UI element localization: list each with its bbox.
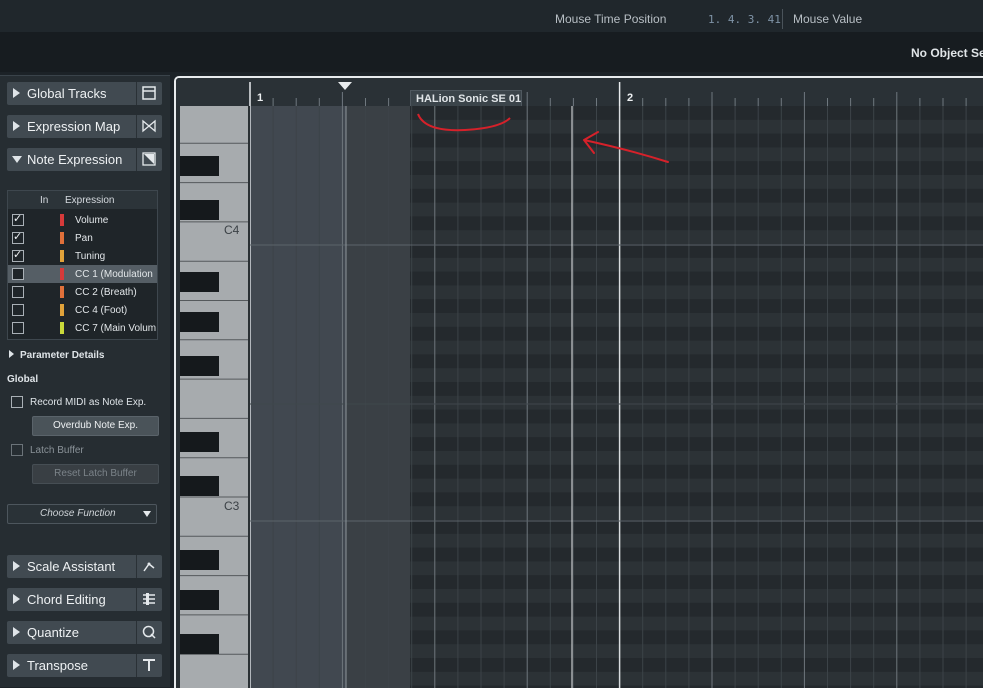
annotation-underline — [417, 113, 511, 132]
annotation-arrow-icon — [583, 131, 669, 163]
annotation-layer — [417, 113, 669, 163]
